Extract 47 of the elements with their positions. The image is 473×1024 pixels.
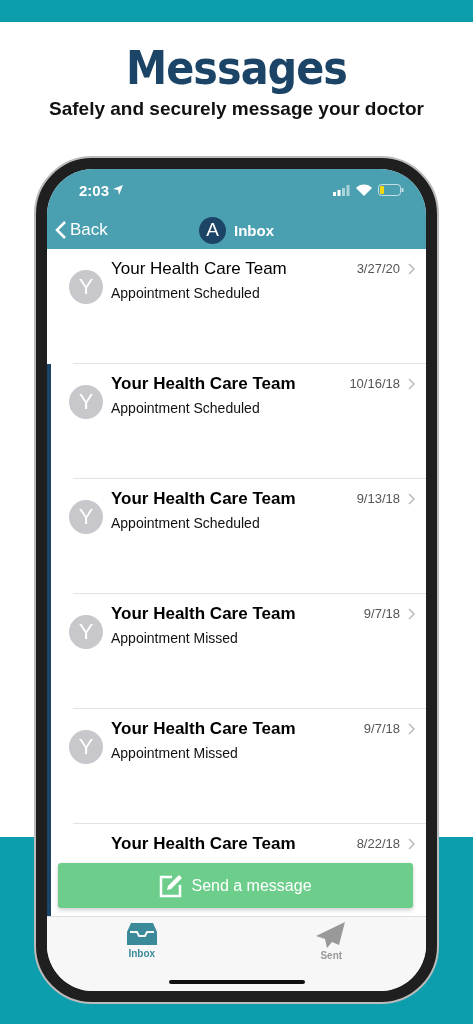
sender-avatar: Y: [69, 270, 103, 304]
sender-name: Your Health Care Team: [111, 719, 296, 739]
account-avatar: A: [199, 216, 226, 244]
message-subject: Appointment Scheduled: [111, 515, 260, 531]
sender-avatar: Y: [69, 615, 103, 649]
sender-avatar: Y: [69, 730, 103, 764]
message-subject: Appointment Scheduled: [111, 400, 260, 416]
location-arrow-icon: [113, 185, 124, 195]
inbox-tray-icon: [126, 922, 157, 946]
message-row[interactable]: Y Your Health Care Team Appointment Scheduled 3/27/20: [47, 249, 426, 364]
message-date: 9/13/18: [356, 491, 400, 508]
signal-icon: [333, 184, 350, 196]
message-date: 3/27/20: [356, 261, 400, 278]
chevron-icon: [408, 378, 416, 390]
page-title: Messages: [126, 40, 347, 96]
chevron-icon: [408, 493, 416, 505]
paper-plane-icon: [316, 922, 347, 948]
message-subject: Appointment Scheduled: [111, 285, 260, 301]
chevron-icon: [408, 608, 416, 620]
message-date: 8/22/18: [356, 836, 400, 853]
compose-icon: [159, 873, 184, 898]
message-subject: Appointment Missed: [111, 745, 238, 761]
sender-name: Your Health Care Team: [111, 374, 296, 394]
tab-bar-item[interactable]: Inbox: [96, 922, 187, 959]
message-row[interactable]: Y Your Health Care Team Appointment Scheduled 9/13/18: [47, 479, 426, 594]
wifi-icon: [356, 184, 372, 196]
page-subtitle: Safely and securely message your doctor: [49, 98, 424, 120]
sender-avatar: Y: [69, 385, 103, 419]
chevron-icon: [408, 723, 416, 735]
message-row[interactable]: Y Your Health Care Team Appointment Missed 9/7/18: [47, 709, 426, 824]
chevron-icon: [408, 263, 416, 275]
sender-name: Your Health Care Team: [111, 604, 296, 624]
chevron-icon: [408, 838, 416, 850]
message-row[interactable]: Y Your Health Care Team Appointment Missed 9/7/18: [47, 594, 426, 709]
sender-name: Your Health Care Team: [111, 489, 296, 509]
message-date: 9/7/18: [363, 606, 400, 623]
sender-name: Your Health Care Team: [111, 834, 296, 854]
message-row[interactable]: Y Your Health Care Team Appointment Scheduled 10/16/18: [47, 364, 426, 479]
status-time: 2:03: [79, 181, 110, 199]
sender-name: Your Health Care Team: [111, 259, 287, 279]
battery-icon: [378, 184, 404, 196]
sender-avatar: Y: [69, 500, 103, 534]
message-date: 10/16/18: [349, 376, 400, 393]
nav-title: Inbox: [234, 221, 274, 239]
message-subject: Appointment Missed: [111, 630, 238, 646]
back-chevron-icon: [55, 221, 66, 239]
message-date: 9/7/18: [363, 721, 400, 738]
